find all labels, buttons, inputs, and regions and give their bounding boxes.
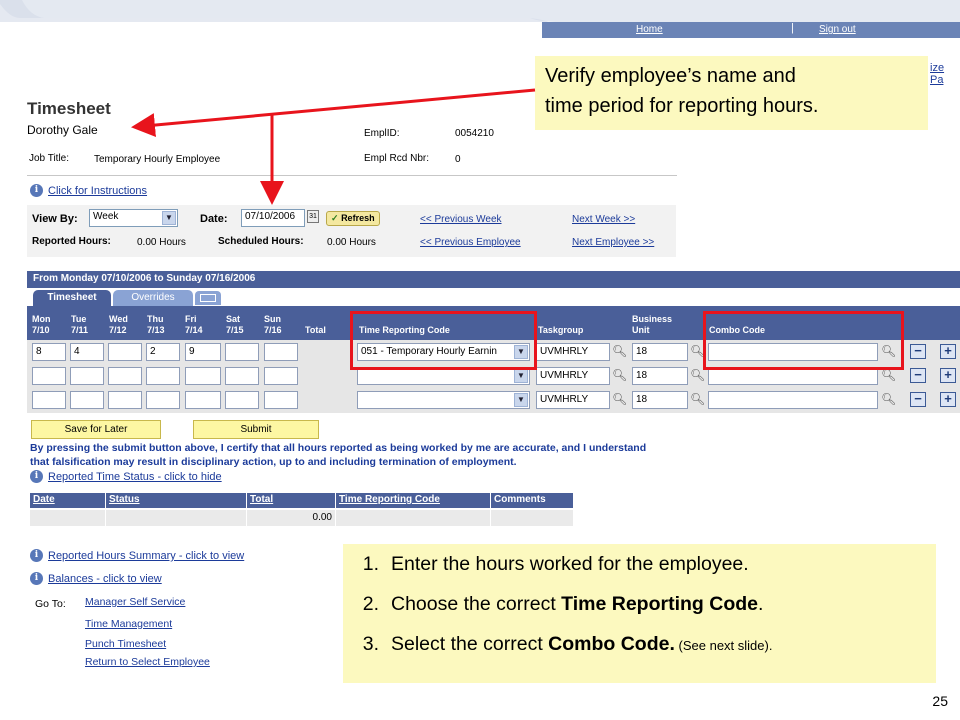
callout-steps: 1. Enter the hours worked for the employe…: [343, 544, 936, 683]
step-3: 3. Select the correct Combo Code. (See ne…: [362, 633, 773, 655]
step-2: 2. Choose the correct Time Reporting Code…: [362, 593, 764, 615]
step-1: 1. Enter the hours worked for the employe…: [362, 553, 749, 575]
arrow-to-employee-name: [131, 88, 536, 138]
slide-number: 25: [932, 693, 948, 709]
